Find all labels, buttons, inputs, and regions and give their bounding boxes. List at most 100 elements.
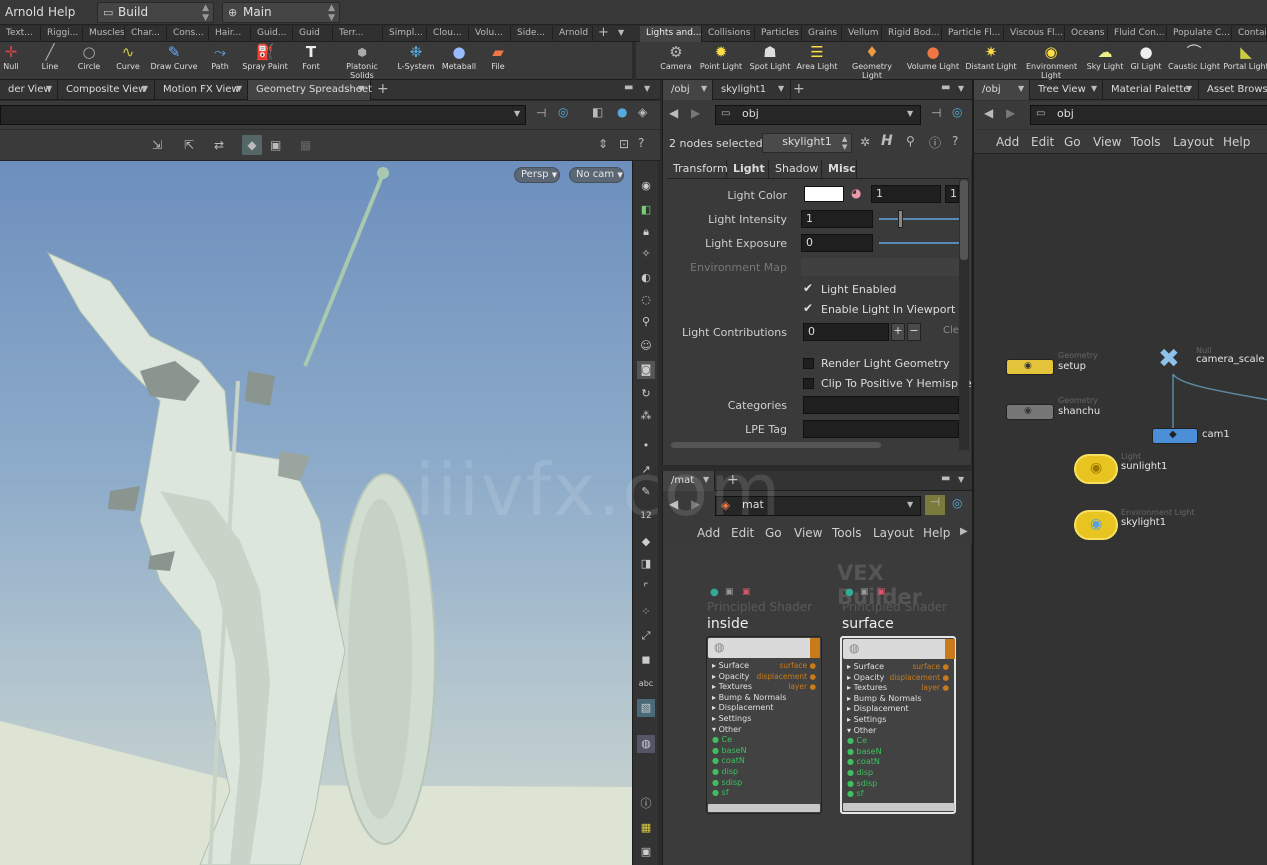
tab-menu-icon[interactable]: ▼ [701, 84, 707, 93]
input-sdisp[interactable]: ● sdisp [712, 778, 786, 789]
params-path-input[interactable]: obj [715, 105, 921, 125]
shading-icon[interactable]: ● [617, 105, 627, 119]
menu-arnold[interactable]: Arnold [5, 5, 44, 19]
handle-tool-icon[interactable]: ◆ [242, 135, 262, 155]
scatter-icon[interactable]: ⁘ [637, 603, 655, 621]
orbit-icon[interactable]: ↻ [637, 385, 655, 403]
node-header[interactable]: ◍ [708, 638, 820, 658]
intensity-field[interactable]: 1 [801, 210, 873, 228]
tool-geometry-light[interactable]: ♦ Geometry Light [842, 43, 902, 80]
forward-arrow-icon[interactable]: ▶ [691, 106, 700, 120]
select-tool-icon[interactable]: ⇲ [152, 138, 162, 152]
input-displacement[interactable]: ▸ Displacement [847, 704, 921, 715]
intensity-slider-track[interactable] [879, 218, 959, 220]
input-other[interactable]: ▾ Other [847, 726, 921, 737]
shader-node-surface[interactable]: ◍ ▸ Surface ▸ Opacity ▸ Textures ▸ Bump … [840, 636, 956, 814]
bulb-icon[interactable]: ◌ [637, 291, 655, 309]
input-other[interactable]: ▾ Other [712, 725, 786, 736]
input-settings[interactable]: ▸ Settings [847, 715, 921, 726]
pane-menu-icon[interactable]: ▼ [958, 84, 964, 93]
input-displacement[interactable]: ▸ Displacement [712, 703, 786, 714]
subtab-misc[interactable]: Misc [822, 160, 857, 178]
image-icon[interactable]: ▧ [637, 699, 655, 717]
expand-toolbar-icon[interactable]: ⇕ [598, 137, 608, 151]
shelf-tab-hair[interactable]: Hair... [209, 26, 251, 42]
tab-menu-icon[interactable]: ▼ [46, 84, 52, 93]
chevron-down-icon[interactable]: ▼ [907, 109, 913, 118]
node-setup[interactable]: ◉ [1006, 359, 1054, 375]
tool-portal-light[interactable]: ◣ Portal Light [1216, 43, 1267, 71]
tab-menu-icon[interactable]: ▼ [778, 84, 784, 93]
chevron-down-icon[interactable]: ▼ [907, 500, 913, 509]
node-sunlight1[interactable]: ◉ [1074, 454, 1118, 484]
maximize-pane-icon[interactable]: ▬ [941, 473, 950, 484]
shelf-menu-icon[interactable]: ▼ [618, 28, 624, 37]
shelf-tab-guide2[interactable]: Guid [293, 26, 333, 42]
remove-contribution-button[interactable]: − [907, 323, 921, 341]
vertical-scrollbar[interactable] [959, 180, 969, 450]
mat-menu-view[interactable]: View [794, 526, 822, 540]
categories-field[interactable] [803, 396, 959, 414]
clear-button[interactable]: Cle [943, 325, 959, 336]
output-displacement[interactable]: displacement ● [757, 672, 816, 683]
pin-icon[interactable]: ⊣ [536, 106, 546, 120]
subtab-transform[interactable]: Transform [667, 160, 728, 178]
bypass-icon[interactable]: ▣ [877, 587, 886, 597]
view-tool-icon[interactable]: ▣ [270, 138, 281, 152]
shelf-tab-text[interactable]: Text... [0, 26, 41, 42]
shelf-tab-particles[interactable]: Particles [755, 26, 802, 42]
input-bump[interactable]: ▸ Bump & Normals [712, 693, 786, 704]
link-icon[interactable]: ◎ [952, 105, 962, 119]
input-settings[interactable]: ▸ Settings [712, 714, 786, 725]
comment-icon[interactable]: ● [710, 587, 719, 598]
info-icon[interactable]: ⓘ [637, 795, 655, 813]
shelf-tab-clouds[interactable]: Clou... [427, 26, 469, 42]
tab-composite-view[interactable]: Composite View [58, 80, 155, 100]
pane-menu-icon[interactable]: ▼ [644, 84, 650, 93]
light-color-r[interactable]: 1 [871, 185, 941, 203]
info-icon[interactable]: ⓘ [929, 134, 941, 151]
output-displacement[interactable]: displacement ● [890, 673, 949, 684]
shader-node-inside[interactable]: ◍ ▸ Surface ▸ Opacity ▸ Textures ▸ Bump … [706, 636, 822, 814]
user-icon[interactable]: ☺ [637, 337, 655, 355]
shelf-tab-side[interactable]: Side... [511, 26, 553, 42]
tab-menu-icon[interactable]: ▼ [142, 84, 148, 93]
input-disp[interactable]: ● disp [712, 767, 786, 778]
network-selector[interactable]: ⊕ Main ▲ ▼ [222, 2, 340, 23]
lock-camera-icon[interactable]: 🔒︎ [637, 223, 655, 241]
shelf-tab-particle-fluids[interactable]: Particle Fl... [942, 26, 1004, 42]
measure-icon[interactable]: ⤢ [637, 627, 655, 645]
maximize-pane-icon[interactable]: ▬ [624, 82, 633, 93]
input-sf[interactable]: ● sf [847, 789, 921, 800]
mat-menu-help[interactable]: Help [923, 526, 950, 540]
input-bump[interactable]: ▸ Bump & Normals [847, 694, 921, 705]
light-color-swatch[interactable] [804, 186, 844, 202]
tool-distant-light[interactable]: ✷ Distant Light [961, 43, 1021, 71]
output-flag[interactable] [810, 638, 820, 658]
pin-icon[interactable]: ⊣ [925, 495, 945, 515]
input-basen[interactable]: ● baseN [712, 746, 786, 757]
menu-help[interactable]: Help [48, 5, 75, 19]
stack-icon[interactable]: ◨ [637, 555, 655, 573]
tab-menu-icon[interactable]: ▼ [358, 84, 364, 93]
lock-icon[interactable]: ▣ [860, 587, 869, 597]
gear-icon[interactable]: ✲ [860, 135, 870, 149]
render-region-icon[interactable]: ▣ [637, 843, 655, 861]
tool-platonic-solids[interactable]: ⬢ Platonic Solids [332, 43, 392, 80]
shelf-tab-terrain[interactable]: Terr... [333, 26, 383, 42]
shelf-tab-volume[interactable]: Volu... [469, 26, 511, 42]
input-coatn[interactable]: ● coatN [712, 756, 786, 767]
exposure-slider-track[interactable] [879, 242, 959, 244]
shelf-tab-lights[interactable]: Lights and... [640, 26, 702, 42]
snapshot-icon[interactable]: ◈ [638, 105, 647, 119]
display-options-icon[interactable]: ◧ [592, 105, 603, 119]
input-disp[interactable]: ● disp [847, 768, 921, 779]
rotate-tool-icon[interactable]: ⇄ [214, 138, 224, 152]
shelf-tab-simple[interactable]: Simpl... [383, 26, 427, 42]
output-layer[interactable]: layer ● [757, 682, 816, 693]
light-link-icon[interactable]: ◍ [637, 735, 655, 753]
node-header[interactable]: ◍ [843, 639, 955, 659]
tool-environment-light[interactable]: ◉ Environment Light [1021, 43, 1081, 80]
magnifier-icon[interactable]: ⚲ [906, 134, 915, 148]
shelf-tab-fluid-containers[interactable]: Fluid Con... [1108, 26, 1167, 42]
